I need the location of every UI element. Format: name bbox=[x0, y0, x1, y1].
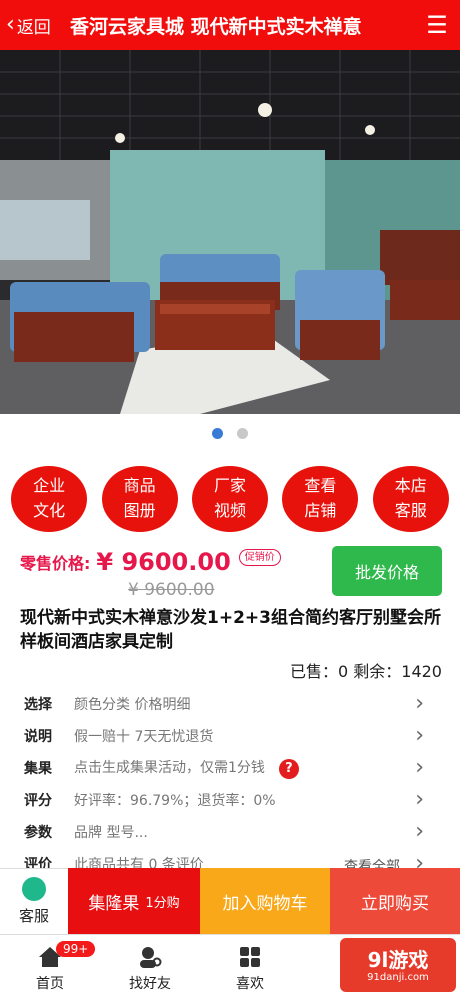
product-album-button[interactable]: 商品 图册 bbox=[101, 466, 178, 532]
chevron-right-icon: › bbox=[415, 755, 424, 780]
shortcut-buttons: 企业 文化 商品 图册 厂家 视频 查看 店铺 本店 客服 bbox=[0, 466, 460, 532]
hamburger-menu-icon: ☰ bbox=[426, 11, 448, 39]
purchase-action-bar: 客服 集隆果 1分购 加入购物车 立即购买 bbox=[0, 868, 460, 934]
chevron-left-icon: ‹ bbox=[6, 12, 15, 37]
promo-tag: 促销价 bbox=[238, 549, 281, 566]
info-row-group-buy[interactable]: 集果 点击生成集果活动，仅需1分钱? › bbox=[0, 752, 460, 784]
store-service-button[interactable]: 本店 客服 bbox=[372, 466, 449, 532]
carousel-dot-2[interactable] bbox=[237, 428, 248, 439]
wholesale-price-button[interactable]: 批发价格 bbox=[332, 546, 442, 596]
product-info-list: 选择 颜色分类 价格明细 › 说明 假一赔十 7天无忧退货 › 集果 点击生成集… bbox=[0, 688, 460, 880]
grid-icon bbox=[240, 947, 260, 967]
back-button[interactable]: ‹ 返回 bbox=[0, 0, 66, 50]
info-row-notes[interactable]: 说明 假一赔十 7天无忧退货 › bbox=[0, 720, 460, 752]
showroom-photo bbox=[0, 50, 460, 414]
carousel-dot-1[interactable] bbox=[212, 428, 223, 439]
help-icon[interactable]: ? bbox=[278, 758, 299, 779]
find-friends-icon bbox=[140, 947, 162, 968]
original-price: ¥ 9600.00 bbox=[128, 580, 215, 600]
back-label: 返回 bbox=[16, 17, 51, 38]
site-watermark-logo: 9l游戏 91danji.com bbox=[340, 938, 456, 992]
factory-video-button[interactable]: 厂家 视频 bbox=[191, 466, 268, 532]
info-row-params[interactable]: 参数 品牌 型号... › bbox=[0, 816, 460, 848]
product-image[interactable] bbox=[0, 50, 460, 414]
current-price: ¥ 9600.00 bbox=[96, 548, 231, 576]
menu-button[interactable]: ☰ bbox=[414, 0, 460, 50]
tab-find-friends[interactable]: 找好友 bbox=[100, 935, 200, 996]
info-row-select[interactable]: 选择 颜色分类 价格明细 › bbox=[0, 688, 460, 720]
top-nav-bar: ‹ 返回 香河云家具城 现代新中式实木禅意 ☰ bbox=[0, 0, 460, 50]
chevron-right-icon: › bbox=[415, 787, 424, 812]
sales-info: 已售：0 剩余：1420 bbox=[290, 662, 442, 681]
view-store-button[interactable]: 查看 店铺 bbox=[282, 466, 359, 532]
product-title: 现代新中式实木禅意沙发1+2+3组合简约客厅别墅会所样板间酒店家具定制 bbox=[20, 608, 441, 652]
page-title: 香河云家具城 现代新中式实木禅意 bbox=[70, 15, 362, 38]
buy-now-button[interactable]: 立即购买 bbox=[330, 868, 460, 934]
retail-price-label: 零售价格: bbox=[20, 554, 91, 573]
notification-badge: 99+ bbox=[56, 941, 96, 957]
chevron-right-icon: › bbox=[415, 723, 424, 748]
company-culture-button[interactable]: 企业 文化 bbox=[11, 466, 88, 532]
tab-home[interactable]: 首页 99+ bbox=[0, 935, 100, 996]
chevron-right-icon: › bbox=[415, 691, 424, 716]
carousel-dots bbox=[0, 428, 460, 439]
add-to-cart-button[interactable]: 加入购物车 bbox=[200, 868, 330, 934]
chevron-right-icon: › bbox=[415, 819, 424, 844]
customer-service-button[interactable]: 客服 bbox=[0, 868, 68, 934]
group-buy-button[interactable]: 集隆果 1分购 bbox=[68, 868, 200, 934]
info-row-rating[interactable]: 评分 好评率：96.79%；退货率：0% › bbox=[0, 784, 460, 816]
chat-icon bbox=[22, 877, 46, 901]
tab-favorites[interactable]: 喜欢 bbox=[200, 935, 300, 996]
